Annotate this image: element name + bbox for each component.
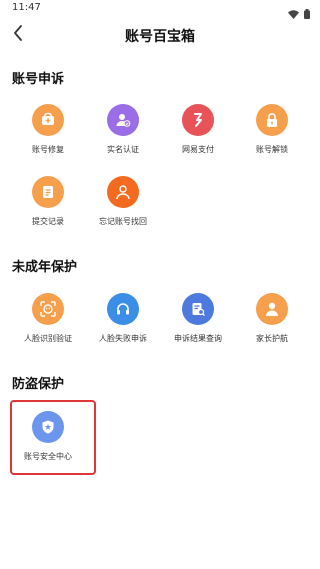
headset-icon — [107, 293, 139, 325]
user-check-icon — [107, 104, 139, 136]
parent-icon — [256, 293, 288, 325]
tile-face-fail-appeal[interactable]: 人脸失败申诉 — [88, 293, 158, 344]
tile-account-repair[interactable]: 账号修复 — [13, 104, 83, 155]
tile-forgot-account[interactable]: 忘记账号找回 — [88, 176, 158, 227]
tile-face-verify[interactable]: 人脸识别验证 — [13, 293, 83, 344]
tile-account-security-center[interactable]: 账号安全中心 — [13, 411, 83, 462]
face-scan-icon — [32, 293, 64, 325]
tile-label: 人脸识别验证 — [24, 334, 72, 343]
tile-label: 忘记账号找回 — [99, 217, 147, 226]
shield-plus-icon — [32, 104, 64, 136]
search-document-icon — [182, 293, 214, 325]
tile-label: 人脸失败申诉 — [99, 334, 147, 343]
section-title-minor-protection: 未成年保护 — [12, 260, 78, 275]
tile-label: 提交记录 — [32, 217, 64, 226]
tile-account-unlock[interactable]: 账号解锁 — [237, 104, 307, 155]
tile-label: 网易支付 — [182, 145, 214, 154]
nav-bar: 账号百宝箱 — [0, 20, 320, 50]
tile-netease-pay[interactable]: 网易支付 — [163, 104, 233, 155]
section-title-account-appeal: 账号申诉 — [12, 72, 65, 87]
tile-submission-records[interactable]: 提交记录 — [13, 176, 83, 227]
tile-label: 实名认证 — [107, 145, 139, 154]
tile-parent-guard[interactable]: 家长护航 — [237, 293, 307, 344]
tile-label: 账号修复 — [32, 145, 64, 154]
page-title: 账号百宝箱 — [125, 29, 195, 45]
tile-label: 家长护航 — [256, 334, 288, 343]
tile-realname-auth[interactable]: 实名认证 — [88, 104, 158, 155]
status-time: 11:47 — [12, 2, 41, 13]
status-bar: 11:47 — [0, 0, 320, 19]
payment-icon — [182, 104, 214, 136]
unlock-icon — [256, 104, 288, 136]
user-search-icon — [107, 176, 139, 208]
tile-label: 账号安全中心 — [24, 452, 72, 461]
shield-star-icon — [32, 411, 64, 443]
section-title-antitheft-protection: 防盗保护 — [12, 377, 65, 392]
tile-label: 申诉结果查询 — [174, 334, 222, 343]
document-icon — [32, 176, 64, 208]
tile-appeal-result-query[interactable]: 申诉结果查询 — [163, 293, 233, 344]
tile-label: 账号解锁 — [256, 145, 288, 154]
